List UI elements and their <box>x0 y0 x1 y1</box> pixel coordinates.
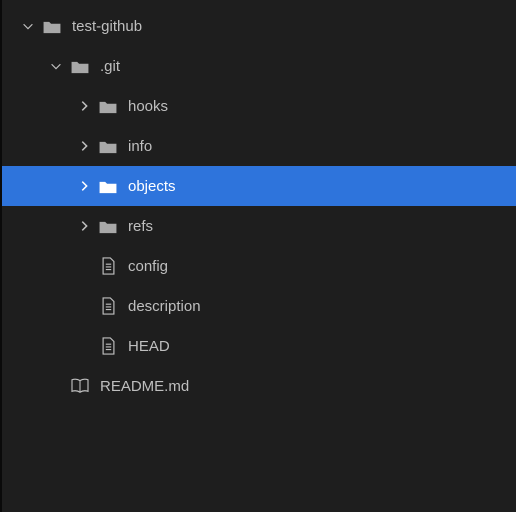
folder-icon <box>98 179 118 194</box>
file-icon <box>98 297 118 315</box>
tree-item-hooks[interactable]: hooks <box>2 86 516 126</box>
file-tree: test-github .git hooks info objects refs… <box>2 6 516 406</box>
chevron-down-icon <box>48 59 64 73</box>
tree-item-label: hooks <box>128 98 168 115</box>
file-icon <box>98 257 118 275</box>
tree-item-config[interactable]: config <box>2 246 516 286</box>
tree-item-description[interactable]: description <box>2 286 516 326</box>
tree-item-refs[interactable]: refs <box>2 206 516 246</box>
chevron-right-icon <box>76 139 92 153</box>
tree-item-objects[interactable]: objects <box>2 166 516 206</box>
chevron-right-icon <box>76 219 92 233</box>
tree-item-test-github[interactable]: test-github <box>2 6 516 46</box>
tree-item-label: .git <box>100 58 120 75</box>
folder-open-icon <box>70 59 90 74</box>
tree-item-head[interactable]: HEAD <box>2 326 516 366</box>
tree-item-label: info <box>128 138 152 155</box>
tree-item-info[interactable]: info <box>2 126 516 166</box>
chevron-right-icon <box>76 99 92 113</box>
tree-item-label: config <box>128 258 168 275</box>
tree-item-git[interactable]: .git <box>2 46 516 86</box>
tree-item-label: objects <box>128 178 176 195</box>
tree-item-label: refs <box>128 218 153 235</box>
folder-icon <box>98 139 118 154</box>
tree-item-label: description <box>128 298 201 315</box>
folder-icon <box>98 219 118 234</box>
tree-item-label: test-github <box>72 18 142 35</box>
folder-open-icon <box>42 19 62 34</box>
tree-item-readme[interactable]: README.md <box>2 366 516 406</box>
folder-icon <box>98 99 118 114</box>
tree-item-label: HEAD <box>128 338 170 355</box>
file-icon <box>98 337 118 355</box>
chevron-down-icon <box>20 19 36 33</box>
chevron-right-icon <box>76 179 92 193</box>
readme-icon <box>70 378 90 394</box>
tree-item-label: README.md <box>100 378 189 395</box>
